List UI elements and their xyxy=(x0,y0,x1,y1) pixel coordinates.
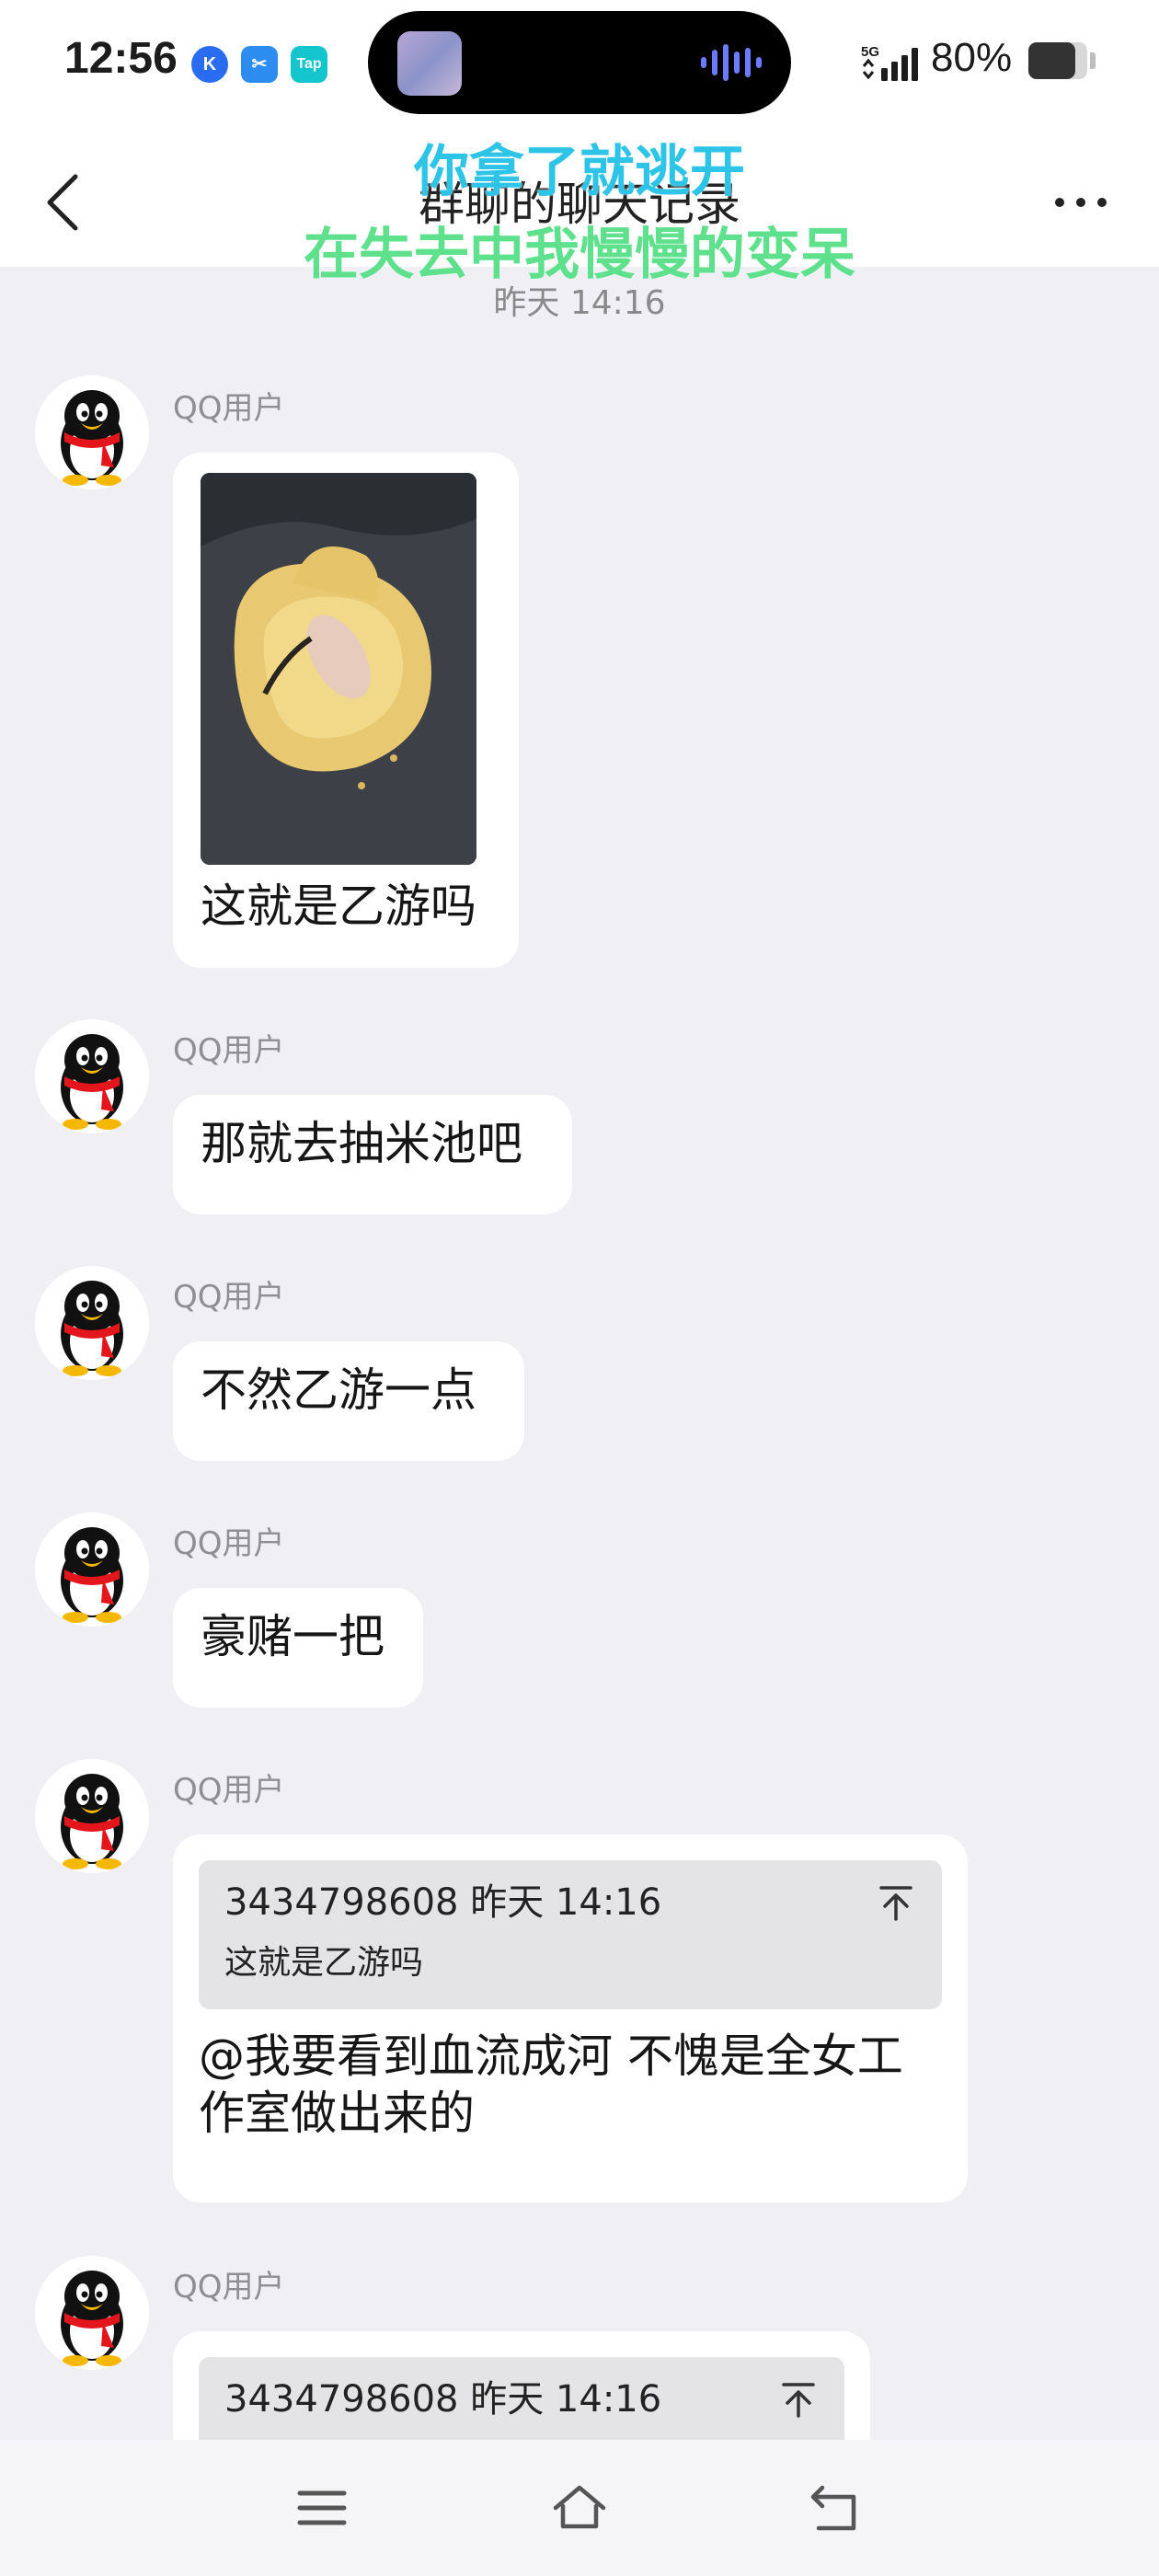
sender-name: QQ用户 xyxy=(173,2269,285,2306)
quoted-message[interactable]: 3434798608 昨天 14:16 这就是乙游吗 xyxy=(199,1860,942,2009)
battery-fill xyxy=(1028,42,1076,79)
capcut-app-icon: ✂ xyxy=(241,46,278,83)
qq-penguin-icon xyxy=(35,1759,149,1873)
status-time: 12:56 xyxy=(64,34,178,83)
qq-penguin-icon xyxy=(35,1512,149,1627)
avatar[interactable] xyxy=(35,1019,149,1133)
sender-name: QQ用户 xyxy=(173,1279,285,1316)
battery-cap xyxy=(1090,52,1096,69)
message-image[interactable] xyxy=(201,473,476,865)
home-icon[interactable] xyxy=(550,2480,609,2536)
menu-icon[interactable] xyxy=(293,2480,351,2536)
quote-header: 3434798608 昨天 14:16 xyxy=(224,2378,662,2421)
jump-to-top-icon[interactable] xyxy=(876,1882,916,1923)
page-title: 群聊的聊天记录 xyxy=(419,178,740,231)
message-bubble[interactable]: 3434798608 昨天 14:16 这就是乙游吗 @我要看到血流成河 不愧是… xyxy=(173,1834,968,2202)
quote-text: 这就是乙游吗 xyxy=(224,1944,424,1982)
battery-percent: 80% xyxy=(931,35,1013,80)
message-text: 这就是乙游吗 xyxy=(201,880,476,933)
album-art-thumbnail xyxy=(397,31,462,96)
quoted-message[interactable]: 3434798608 昨天 14:16 xyxy=(199,2357,844,2445)
qq-penguin-icon xyxy=(35,1266,149,1380)
image-content xyxy=(201,473,476,865)
message-text-line: @我要看到血流成河 不愧是全女工 xyxy=(199,2030,903,2083)
avatar[interactable] xyxy=(35,2256,149,2370)
avatar[interactable] xyxy=(35,1512,149,1627)
avatar[interactable] xyxy=(35,375,149,489)
qq-penguin-icon xyxy=(35,2256,149,2370)
message-bubble[interactable]: 豪赌一把 xyxy=(173,1588,423,1708)
qq-penguin-icon xyxy=(35,375,149,489)
avatar[interactable] xyxy=(35,1759,149,1873)
system-nav-bar xyxy=(0,2440,1159,2576)
message-text: 那就去抽米池吧 xyxy=(201,1117,522,1170)
sender-name: QQ用户 xyxy=(173,390,285,427)
sender-name: QQ用户 xyxy=(173,1525,285,1562)
avatar[interactable] xyxy=(35,1266,149,1380)
message-text-line: 作室做出来的 xyxy=(199,2087,475,2140)
qq-penguin-icon xyxy=(35,1019,149,1133)
back-icon[interactable] xyxy=(806,2480,865,2536)
status-bar: 12:56 K ✂ Tap 5G 80% xyxy=(0,0,1159,129)
jump-to-top-icon[interactable] xyxy=(778,2379,819,2420)
message-text: 豪赌一把 xyxy=(201,1610,384,1663)
sender-name: QQ用户 xyxy=(173,1032,285,1069)
audio-wave-icon xyxy=(701,44,762,81)
kugou-app-icon: K xyxy=(191,46,228,83)
taptap-app-icon: Tap xyxy=(291,46,327,83)
network-type: 5G xyxy=(861,44,879,60)
message-bubble[interactable]: 那就去抽米池吧 xyxy=(173,1095,572,1214)
message-text: 不然乙游一点 xyxy=(201,1363,476,1417)
time-divider: 昨天 14:16 xyxy=(493,284,666,322)
message-bubble[interactable]: 不然乙游一点 xyxy=(173,1341,524,1461)
chat-header: 群聊的聊天记录 xyxy=(0,129,1159,267)
sender-name: QQ用户 xyxy=(173,1772,285,1809)
message-bubble[interactable]: 这就是乙游吗 xyxy=(173,453,519,968)
message-text: @我要看到血流成河 不愧是全女工 作室做出来的 xyxy=(199,2028,942,2142)
more-dots-icon[interactable] xyxy=(1049,184,1113,221)
battery-icon xyxy=(1028,42,1087,79)
signal-icon: 5G xyxy=(861,44,918,81)
quote-header: 3434798608 昨天 14:16 xyxy=(224,1881,662,1924)
dynamic-island-music[interactable] xyxy=(368,11,791,114)
